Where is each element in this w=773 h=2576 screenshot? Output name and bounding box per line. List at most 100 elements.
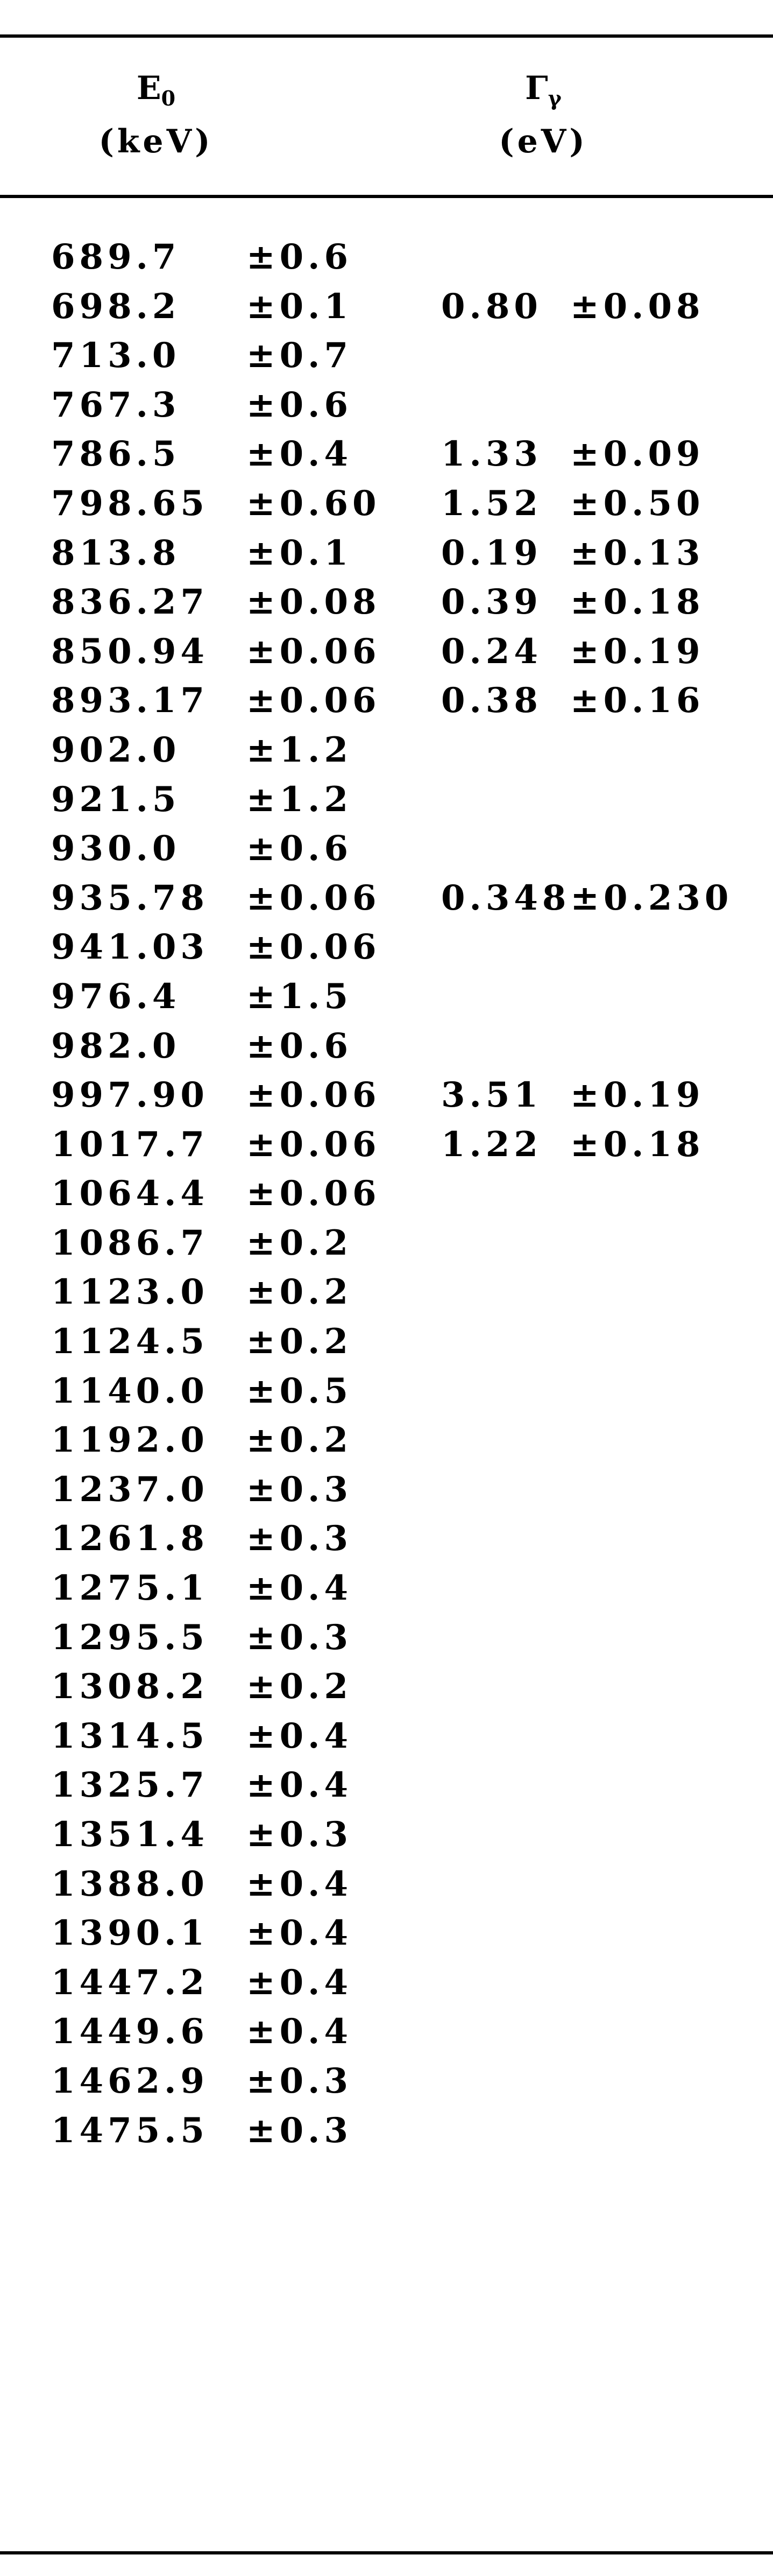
width-error-cell: ±0.19 (570, 631, 705, 672)
energy-error-cell: ±1.2 (246, 729, 352, 770)
energy-cell: 798.65 (51, 483, 209, 524)
energy-cell: 1325.7 (51, 1765, 209, 1806)
energy-cell: 689.7 (51, 237, 181, 277)
width-error-cell: ±0.18 (570, 1124, 705, 1165)
table-row: 930.0 ±0.6 (0, 824, 773, 874)
energy-error-cell: ±0.3 (246, 1469, 352, 1510)
energy-error-cell: ±0.4 (246, 1913, 352, 1954)
table-row: 713.0 ±0.7 (0, 331, 773, 381)
energy-cell: 935.78 (51, 877, 209, 918)
table-row: 1449.6 ±0.4 (0, 2007, 773, 2057)
width-unit: (eV) (499, 122, 588, 160)
table-row: 1390.1 ±0.4 (0, 1909, 773, 1958)
width-symbol: Γγ (525, 69, 562, 110)
energy-error-cell: ±0.3 (246, 1518, 352, 1559)
energy-error-cell: ±0.7 (246, 335, 352, 376)
table-row: 798.65 ±0.60 1.52 ±0.50 (0, 479, 773, 529)
table-row: 1351.4 ±0.3 (0, 1810, 773, 1860)
energy-cell: 893.17 (51, 680, 209, 721)
energy-cell: 1064.4 (51, 1173, 209, 1214)
table-row: 1388.0 ±0.4 (0, 1860, 773, 1909)
table-row: 1017.7 ±0.06 1.22 ±0.18 (0, 1120, 773, 1170)
energy-cell: 767.3 (51, 384, 181, 425)
table-row: 813.8 ±0.1 0.19 ±0.13 (0, 529, 773, 578)
energy-error-cell: ±0.2 (246, 1222, 352, 1263)
energy-cell: 997.90 (51, 1075, 209, 1116)
energy-cell: 921.5 (51, 779, 181, 820)
energy-cell: 976.4 (51, 976, 181, 1017)
width-cell: 0.80 (441, 286, 542, 327)
energy-cell: 1462.9 (51, 2060, 209, 2101)
energy-cell: 1123.0 (51, 1272, 209, 1313)
energy-error-cell: ±0.2 (246, 1420, 352, 1461)
energy-cell: 1390.1 (51, 1913, 209, 1954)
energy-symbol: E0 (136, 69, 176, 110)
energy-cell: 813.8 (51, 532, 181, 573)
energy-error-cell: ±0.3 (246, 2060, 352, 2101)
energy-error-cell: ±0.4 (246, 2011, 352, 2052)
table-row: 689.7 ±0.6 (0, 233, 773, 282)
table-row: 1475.5 ±0.3 (0, 2106, 773, 2156)
energy-error-cell: ±0.06 (246, 631, 381, 672)
width-error-cell: ±0.50 (570, 483, 705, 524)
table-row: 921.5 ±1.2 (0, 775, 773, 825)
width-cell: 0.348±0.230 (441, 877, 733, 918)
energy-error-cell: ±0.4 (246, 434, 352, 475)
table-body: 689.7 ±0.6 698.2 ±0.1 0.80 ±0.08 713.0 ±0.7 767.… (0, 233, 773, 2155)
energy-error-cell: ±1.5 (246, 976, 352, 1017)
energy-cell: 941.03 (51, 927, 209, 968)
table-row: 1447.2 ±0.4 (0, 1958, 773, 2008)
width-error-cell: ±0.13 (570, 532, 705, 573)
energy-error-cell: ±0.2 (246, 1666, 352, 1707)
table-row: 1237.0 ±0.3 (0, 1465, 773, 1515)
energy-error-cell: ±0.08 (246, 582, 381, 623)
width-error-cell: ±0.08 (570, 286, 705, 327)
table-row: 1308.2 ±0.2 (0, 1662, 773, 1712)
energy-cell: 1275.1 (51, 1568, 209, 1609)
energy-error-cell: ±0.3 (246, 2110, 352, 2151)
energy-cell: 1261.8 (51, 1518, 209, 1559)
energy-error-cell: ±0.4 (246, 1568, 352, 1609)
table-row: 1086.7 ±0.2 (0, 1219, 773, 1268)
table-row: 902.0 ±1.2 (0, 726, 773, 775)
energy-cell: 1086.7 (51, 1222, 209, 1263)
width-cell: 0.39 (441, 582, 542, 623)
table-row: 1462.9 ±0.3 (0, 2057, 773, 2106)
energy-error-cell: ±0.06 (246, 680, 381, 721)
energy-cell: 698.2 (51, 286, 181, 327)
energy-cell: 1314.5 (51, 1715, 209, 1756)
width-error-cell: ±0.18 (570, 582, 705, 623)
width-cell: 0.24 (441, 631, 542, 672)
energy-error-cell: ±0.6 (246, 237, 352, 277)
energy-error-cell: ±0.60 (246, 483, 381, 524)
energy-error-cell: ±0.6 (246, 1025, 352, 1066)
table-row: 997.90 ±0.06 3.51 ±0.19 (0, 1071, 773, 1120)
table-row: 1124.5 ±0.2 (0, 1317, 773, 1367)
energy-error-cell: ±0.3 (246, 1617, 352, 1658)
energy-cell: 1192.0 (51, 1420, 209, 1461)
table-row: 941.03 ±0.06 (0, 923, 773, 972)
column-header-width: Γγ (eV) (387, 34, 699, 195)
energy-cell: 1140.0 (51, 1370, 209, 1411)
energy-cell: 1308.2 (51, 1666, 209, 1707)
width-cell: 0.38 (441, 680, 542, 721)
table-row: 1192.0 ±0.2 (0, 1416, 773, 1465)
energy-error-cell: ±0.2 (246, 1321, 352, 1362)
table-row: 976.4 ±1.5 (0, 972, 773, 1022)
width-error-cell: ±0.09 (570, 434, 705, 475)
energy-error-cell: ±0.1 (246, 286, 352, 327)
table-row: 1261.8 ±0.3 (0, 1514, 773, 1564)
column-header-energy: E0 (keV) (0, 34, 312, 195)
width-cell: 0.19 (441, 532, 542, 573)
table-row: 1064.4 ±0.06 (0, 1169, 773, 1219)
table-row: 850.94 ±0.06 0.24 ±0.19 (0, 627, 773, 677)
header-rule (0, 195, 773, 198)
width-cell: 3.51 (441, 1075, 542, 1116)
energy-error-cell: ±0.1 (246, 532, 352, 573)
table-row: 1325.7 ±0.4 (0, 1761, 773, 1810)
table-row: 698.2 ±0.1 0.80 ±0.08 (0, 282, 773, 332)
energy-cell: 1388.0 (51, 1863, 209, 1904)
energy-cell: 836.27 (51, 582, 209, 623)
energy-error-cell: ±0.6 (246, 828, 352, 869)
energy-error-cell: ±0.06 (246, 877, 381, 918)
